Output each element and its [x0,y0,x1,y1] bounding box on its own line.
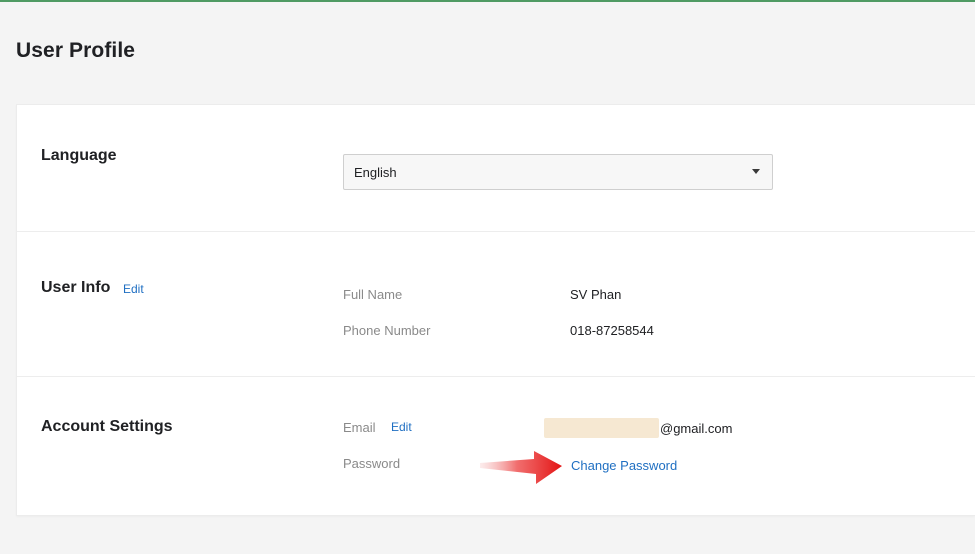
language-select-value: English [354,165,397,180]
chevron-down-icon [752,169,760,174]
page-title: User Profile [16,39,136,62]
language-select[interactable]: English [343,154,773,190]
change-password-link[interactable]: Change Password [571,458,677,473]
user-info-edit-link[interactable]: Edit [123,282,144,296]
profile-card: Language English User Info Edit Full Nam… [16,104,975,516]
email-label: Email [343,420,376,435]
password-label: Password [343,456,401,471]
phone-number-value: 018-87258544 [570,323,654,338]
language-section: Language English [17,105,975,232]
full-name-value: SV Phan [570,287,622,302]
phone-number-label: Phone Number [343,323,431,338]
user-info-section: User Info Edit Full Name SV Phan Phone N… [17,232,975,377]
email-edit-link[interactable]: Edit [391,420,412,434]
email-value: @gmail.com [544,418,732,438]
full-name-label: Full Name [343,287,403,302]
account-settings-title: Account Settings [41,418,173,435]
language-title: Language [41,147,117,164]
email-domain: @gmail.com [660,420,733,436]
top-accent-bar [0,0,975,2]
account-settings-section: Account Settings Email Edit @gmail.com P… [17,377,975,515]
email-redaction-mask [544,418,659,438]
red-arrow-icon [480,451,562,484]
user-info-title: User Info [41,279,111,296]
